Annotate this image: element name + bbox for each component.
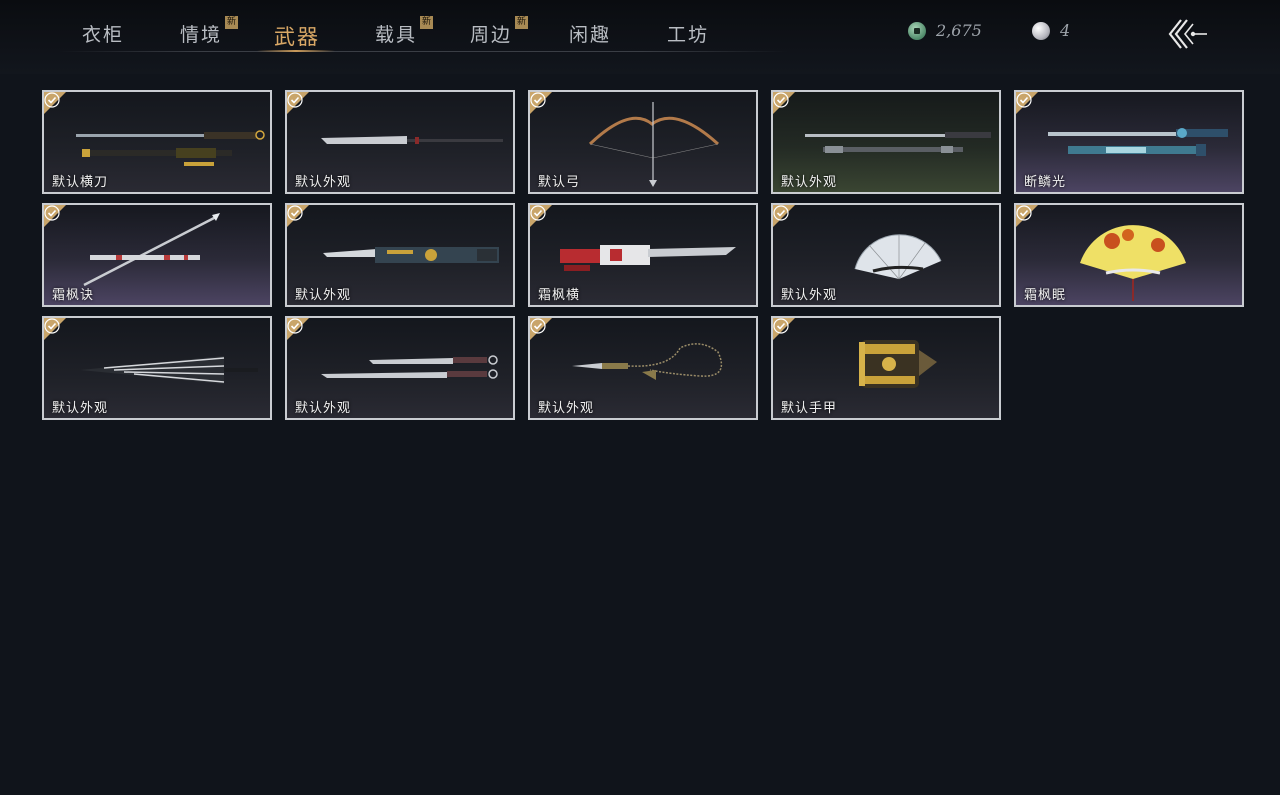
weapon-name: 默认外观 (781, 288, 838, 303)
coin-count: 2,675 (936, 21, 982, 40)
owned-check-icon (44, 318, 66, 340)
new-badge: 新 (225, 16, 239, 29)
coin-balance: 2,675 (908, 21, 982, 40)
tab-label: 载具 (375, 24, 418, 46)
back-arrow-icon (1168, 19, 1207, 49)
weapon-name: 默认外观 (52, 401, 109, 416)
weapon-name: 霜枫横 (538, 288, 581, 303)
owned-check-icon (287, 318, 309, 340)
new-badge: 新 (420, 16, 434, 29)
owned-check-icon (530, 318, 552, 340)
tab-label: 情境 (180, 24, 223, 46)
tab-label: 闲趣 (569, 24, 612, 46)
weapon-name: 默认外观 (295, 401, 352, 416)
weapon-name: 默认外观 (781, 175, 838, 190)
tab-scenario[interactable]: 情境 新 (180, 16, 239, 47)
tab-leisure[interactable]: 闲趣 (569, 20, 611, 47)
weapon-name: 霜枫眠 (1024, 288, 1067, 303)
tab-peripherals[interactable]: 周边 新 (470, 16, 529, 47)
jade-coin-icon (908, 21, 926, 40)
weapon-name: 默认弓 (538, 175, 581, 190)
weapon-card[interactable]: 默认外观 (42, 316, 272, 420)
owned-check-icon (530, 92, 552, 114)
pearl-icon (1032, 21, 1050, 40)
owned-check-icon (1016, 205, 1038, 227)
tab-wardrobe[interactable]: 衣柜 (82, 20, 124, 47)
weapon-card[interactable]: 断鳞光 (1014, 90, 1244, 194)
weapon-name: 霜枫诀 (52, 288, 95, 303)
weapon-name: 默认外观 (295, 288, 352, 303)
weapon-card[interactable]: 默认手甲 (771, 316, 1001, 420)
owned-check-icon (773, 318, 795, 340)
tab-workshop[interactable]: 工坊 (667, 20, 709, 47)
tab-label: 周边 (470, 24, 513, 46)
tab-weapons[interactable]: 武器 (274, 21, 320, 51)
pearl-count: 4 (1060, 21, 1071, 40)
weapon-card[interactable]: 默认外观 (285, 316, 515, 420)
tab-label: 衣柜 (82, 24, 125, 46)
weapon-card[interactable]: 霜枫眠 (1014, 203, 1244, 307)
owned-check-icon (530, 205, 552, 227)
weapon-name: 断鳞光 (1024, 175, 1067, 190)
weapon-name: 默认外观 (538, 401, 595, 416)
top-navigation-bar: 衣柜 情境 新 武器 载具 新 周边 新 闲趣 工坊 2,675 4 (0, 0, 1280, 74)
weapon-card[interactable]: 默认外观 (285, 90, 515, 194)
weapon-card[interactable]: 默认弓 (528, 90, 758, 194)
weapon-card[interactable]: 霜枫诀 (42, 203, 272, 307)
pearl-balance: 4 (1032, 21, 1070, 40)
owned-check-icon (287, 205, 309, 227)
owned-check-icon (44, 92, 66, 114)
tab-label: 工坊 (667, 24, 710, 46)
weapon-card[interactable]: 默认外观 (528, 316, 758, 420)
back-button[interactable] (1165, 17, 1209, 51)
owned-check-icon (773, 92, 795, 114)
tab-vehicles[interactable]: 载具 新 (375, 16, 434, 47)
weapon-card[interactable]: 默认外观 (285, 203, 515, 307)
owned-check-icon (773, 205, 795, 227)
weapon-card[interactable]: 默认外观 (771, 203, 1001, 307)
owned-check-icon (44, 205, 66, 227)
weapon-name: 默认横刀 (52, 175, 109, 190)
owned-check-icon (1016, 92, 1038, 114)
tab-divider (58, 51, 788, 52)
weapon-card[interactable]: 霜枫横 (528, 203, 758, 307)
owned-check-icon (287, 92, 309, 114)
weapon-card[interactable]: 默认外观 (771, 90, 1001, 194)
weapon-card[interactable]: 默认横刀 (42, 90, 272, 194)
tab-label: 武器 (274, 25, 320, 49)
weapon-name: 默认手甲 (781, 401, 838, 416)
weapon-name: 默认外观 (295, 175, 352, 190)
new-badge: 新 (515, 16, 529, 29)
active-tab-underline (257, 50, 335, 52)
